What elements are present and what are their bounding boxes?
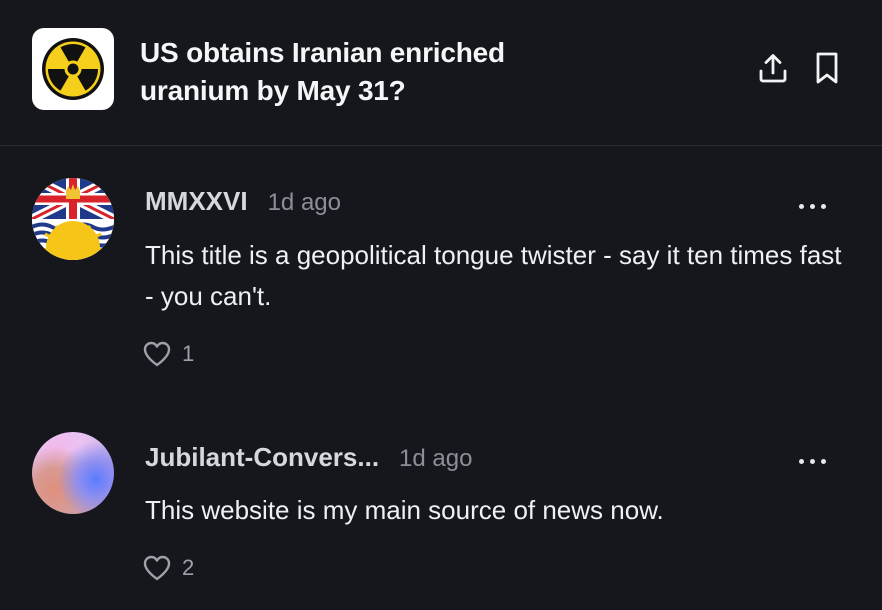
more-options-icon: [798, 203, 804, 209]
share-upload-icon: [759, 54, 787, 83]
share-button[interactable]: [755, 50, 791, 86]
heart-icon: [143, 555, 171, 581]
bookmark-icon: [816, 52, 838, 84]
like-button[interactable]: 2: [142, 554, 194, 582]
market-header: US obtains Iranian enriched uranium by M…: [0, 0, 882, 146]
comment-username[interactable]: Jubilant-Convers...: [145, 442, 379, 473]
like-button[interactable]: 1: [142, 340, 194, 368]
comment-item: MMXXVI 1d ago This title is a geopolitic…: [0, 146, 882, 406]
heart-icon: [143, 341, 171, 367]
radiation-icon: [42, 38, 104, 100]
british-columbia-flag-icon: [32, 178, 114, 260]
comment-timestamp: 1d ago: [267, 189, 341, 216]
comment-meta: MMXXVI 1d ago: [145, 186, 341, 217]
comment-timestamp: 1d ago: [399, 445, 473, 472]
gradient-avatar[interactable]: [32, 432, 114, 514]
like-count: 1: [182, 341, 195, 366]
british-columbia-flag-avatar[interactable]: [32, 178, 114, 260]
more-options-button[interactable]: [790, 191, 834, 221]
bookmark-button[interactable]: [809, 50, 845, 86]
more-options-button[interactable]: [790, 446, 834, 476]
comment-text: This website is my main source of news n…: [145, 495, 664, 525]
like-count: 2: [182, 555, 195, 580]
comment-item: Jubilant-Convers... 1d ago This website …: [0, 406, 882, 610]
comment-meta: Jubilant-Convers... 1d ago: [145, 442, 472, 473]
comment-username[interactable]: MMXXVI: [145, 186, 248, 217]
comment-text: This title is a geopolitical tongue twis…: [145, 240, 842, 311]
more-options-icon: [798, 458, 804, 464]
market-title[interactable]: US obtains Iranian enriched uranium by M…: [140, 34, 610, 110]
market-thumbnail[interactable]: [32, 28, 114, 110]
